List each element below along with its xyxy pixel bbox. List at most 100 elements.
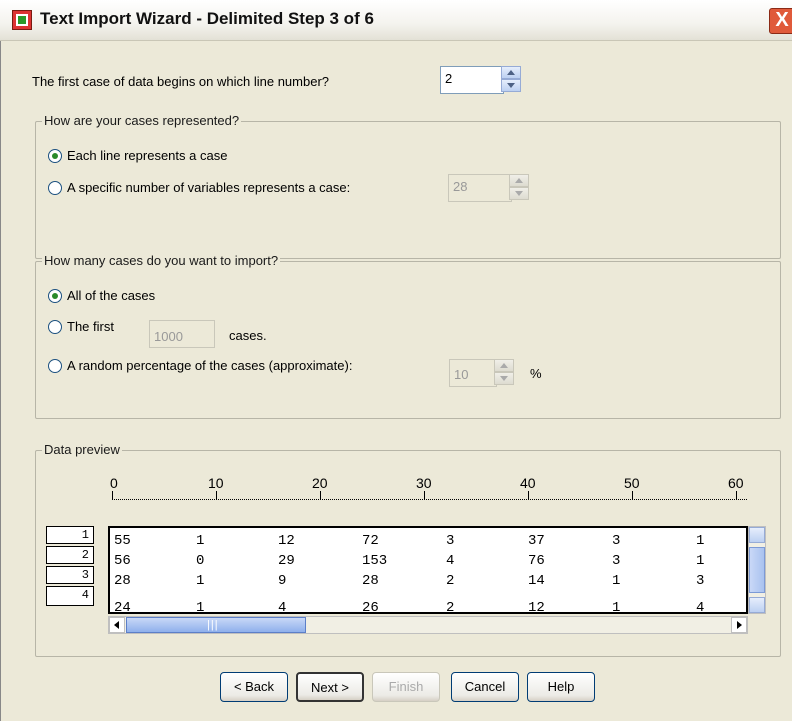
table-cell: 24 (114, 600, 131, 614)
vertical-scrollbar[interactable] (748, 526, 766, 614)
vertical-scroll-thumb[interactable] (749, 547, 765, 593)
scroll-right-icon[interactable] (731, 617, 747, 633)
table-cell: 4 (278, 600, 287, 614)
table-cell: 3 (446, 533, 455, 549)
preview-grid[interactable]: 55 1 12 72 3 37 3 1 56 0 29 153 4 76 3 1… (108, 526, 748, 614)
spin-up-icon[interactable] (494, 359, 514, 372)
help-button[interactable]: Help (527, 672, 595, 702)
table-row: 24 1 4 26 2 12 1 4 (110, 600, 704, 614)
title-bar[interactable]: Text Import Wizard - Delimited Step 3 of… (0, 0, 792, 41)
random-percent-spinner[interactable] (494, 359, 514, 385)
first-n-input[interactable]: 1000 (149, 320, 215, 348)
horizontal-scrollbar[interactable] (108, 616, 748, 634)
ruler-tick-label: 60 (728, 475, 744, 491)
text-import-wizard-dialog: Text Import Wizard - Delimited Step 3 of… (0, 0, 792, 721)
finish-button[interactable]: Finish (372, 672, 440, 702)
table-cell: 56 (114, 553, 131, 569)
table-cell: 1 (196, 533, 205, 549)
horizontal-scroll-thumb[interactable] (126, 617, 306, 633)
variables-value: 28 (453, 179, 468, 194)
table-cell: 37 (528, 533, 545, 549)
table-cell: 29 (278, 553, 295, 569)
ruler-tick-mark (320, 491, 321, 499)
row-number: 2 (46, 546, 94, 564)
ruler-tick-label: 20 (312, 475, 328, 491)
random-percent-radio[interactable] (48, 359, 62, 373)
cases-represented-legend: How are your cases represented? (42, 113, 242, 128)
table-cell: 28 (362, 573, 379, 589)
ruler-tick-label: 10 (208, 475, 224, 491)
first-n-label[interactable]: The first (67, 319, 114, 334)
spin-down-icon[interactable] (509, 187, 529, 200)
close-button[interactable]: X (769, 8, 792, 34)
variables-input[interactable]: 28 (448, 174, 512, 202)
ruler-tick-label: 40 (520, 475, 536, 491)
back-button[interactable]: < Back (220, 672, 288, 702)
table-cell: 1 (696, 533, 705, 549)
table-cell: 28 (114, 573, 131, 589)
first-line-value: 2 (445, 71, 453, 86)
table-cell: 0 (196, 553, 205, 569)
first-n-value: 1000 (154, 329, 183, 344)
first-line-input[interactable]: 2 (440, 66, 504, 94)
ruler-tick-label: 50 (624, 475, 640, 491)
table-cell: 76 (528, 553, 545, 569)
scroll-up-icon[interactable] (749, 527, 765, 543)
scroll-left-icon[interactable] (109, 617, 125, 633)
table-cell: 3 (612, 533, 621, 549)
ruler-tick-mark (528, 491, 529, 499)
ruler-tick-mark (632, 491, 633, 499)
specific-vars-label[interactable]: A specific number of variables represent… (67, 180, 350, 195)
table-row: 55 1 12 72 3 37 3 1 (110, 533, 704, 553)
ruler-tick-mark (736, 491, 737, 499)
ruler-tick-label: 0 (110, 475, 118, 491)
table-cell: 3 (612, 553, 621, 569)
row-number: 3 (46, 566, 94, 584)
table-cell: 1 (612, 600, 621, 614)
row-number: 4 (46, 586, 94, 606)
table-cell: 4 (696, 600, 705, 614)
table-cell: 12 (528, 600, 545, 614)
cancel-button[interactable]: Cancel (451, 672, 519, 702)
random-percent-suffix: % (530, 366, 542, 381)
ruler-tick-mark (424, 491, 425, 499)
spin-up-icon[interactable] (509, 174, 529, 187)
spin-down-icon[interactable] (501, 79, 521, 92)
table-cell: 72 (362, 533, 379, 549)
table-cell: 1 (196, 600, 205, 614)
random-percent-label[interactable]: A random percentage of the cases (approx… (67, 358, 352, 373)
table-cell: 14 (528, 573, 545, 589)
table-cell: 153 (362, 553, 388, 569)
random-percent-input[interactable]: 10 (449, 359, 497, 387)
table-cell: 1 (696, 553, 705, 569)
variables-spinner[interactable] (509, 174, 529, 200)
ruler-tick-label: 30 (416, 475, 432, 491)
table-cell: 2 (446, 600, 455, 614)
all-cases-label[interactable]: All of the cases (67, 288, 155, 303)
cases-import-group: How many cases do you want to import? (35, 253, 781, 419)
first-n-suffix: cases. (229, 328, 267, 343)
ruler-tick-mark (112, 491, 113, 499)
table-cell: 2 (446, 573, 455, 589)
row-number: 1 (46, 526, 94, 544)
table-cell: 55 (114, 533, 131, 549)
table-cell: 4 (446, 553, 455, 569)
specific-vars-radio[interactable] (48, 181, 62, 195)
table-cell: 3 (696, 573, 705, 589)
first-line-label: The first case of data begins on which l… (32, 74, 330, 89)
table-row: 56 0 29 153 4 76 3 1 (110, 553, 704, 573)
each-line-radio[interactable] (48, 149, 62, 163)
column-ruler: 0 10 20 30 40 50 60 (110, 475, 752, 505)
cases-import-legend: How many cases do you want to import? (42, 253, 281, 268)
scroll-down-icon[interactable] (749, 597, 765, 613)
random-percent-value: 10 (454, 367, 469, 382)
ruler-baseline (112, 499, 747, 500)
first-line-spinner[interactable] (501, 66, 521, 92)
next-button[interactable]: Next > (296, 672, 364, 702)
spin-down-icon[interactable] (494, 372, 514, 385)
table-cell: 1 (196, 573, 205, 589)
spin-up-icon[interactable] (501, 66, 521, 79)
all-cases-radio[interactable] (48, 289, 62, 303)
first-n-radio[interactable] (48, 320, 62, 334)
each-line-label[interactable]: Each line represents a case (67, 148, 227, 163)
